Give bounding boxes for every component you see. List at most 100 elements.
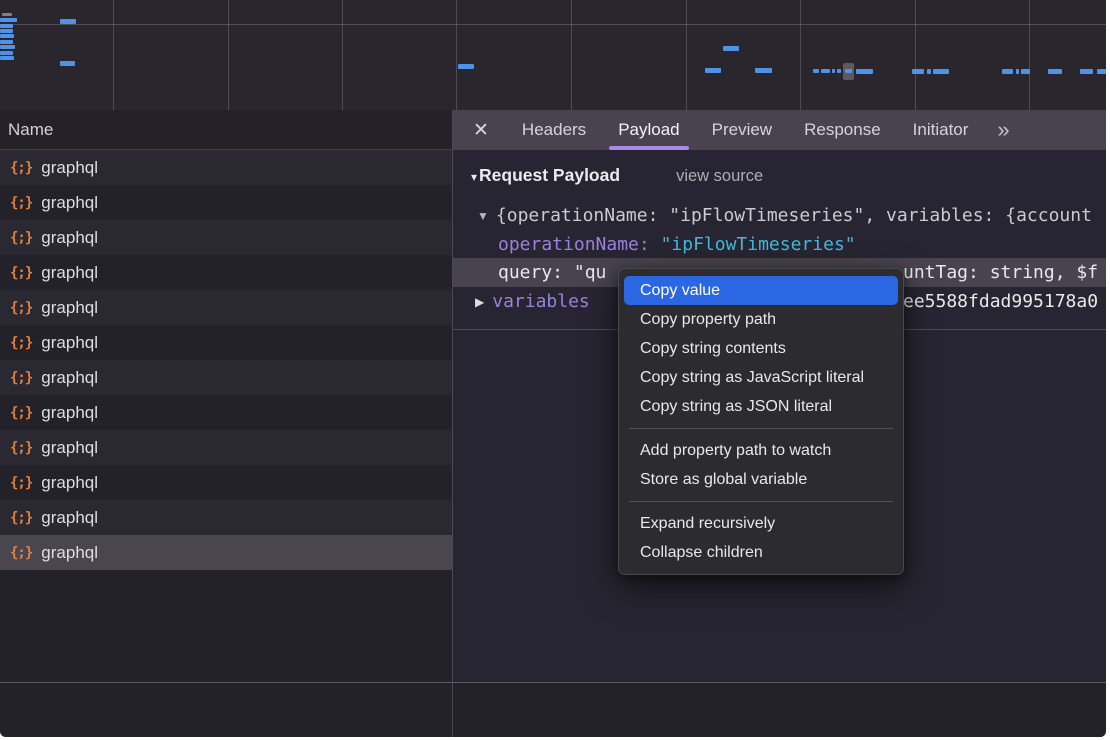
menu-item-copy-value[interactable]: Copy value <box>624 276 898 305</box>
request-name-label: graphql <box>41 333 98 353</box>
json-braces-icon: {;} <box>10 335 32 351</box>
overview-gridline <box>228 0 229 110</box>
request-payload-section: ▾ Request Payload view source <box>471 165 763 186</box>
request-name-label: graphql <box>41 158 98 178</box>
overview-request-bar <box>832 69 835 73</box>
more-tabs-icon[interactable]: » <box>997 119 1009 141</box>
menu-item-collapse-children[interactable]: Collapse children <box>619 538 903 567</box>
overview-request-bar <box>837 69 841 73</box>
json-braces-icon: {;} <box>10 195 32 211</box>
overview-request-bar <box>755 68 772 73</box>
overview-gridline <box>456 0 457 110</box>
collapse-triangle-icon[interactable]: ▼ <box>477 209 489 223</box>
json-braces-icon: {;} <box>10 405 32 421</box>
panel-resize-divider[interactable] <box>452 110 453 737</box>
view-source-link[interactable]: view source <box>676 167 763 186</box>
tab-headers[interactable]: Headers <box>513 110 595 150</box>
detail-tab-bar: ✕ Headers Payload Preview Response Initiator… <box>453 110 1106 150</box>
request-rows: {;} graphql {;} graphql {;} graphql {;} graphql… <box>0 150 452 570</box>
payload-root-preview: {operationName: "ipFlowTimeseries", vari… <box>496 205 1092 226</box>
menu-item-add-property-path-to-watch[interactable]: Add property path to watch <box>619 436 903 465</box>
request-row[interactable]: {;}graphql <box>0 150 452 185</box>
overview-request-bar <box>723 46 739 51</box>
overview-gridline <box>686 0 687 110</box>
overview-gridline <box>113 0 114 110</box>
request-row[interactable]: {;} graphql <box>0 395 452 430</box>
request-name-label: graphql <box>41 228 98 248</box>
request-name-label: graphql <box>41 403 98 423</box>
overview-request-bar <box>1080 69 1093 74</box>
property-value-left: "qu <box>574 262 607 283</box>
tab-payload[interactable]: Payload <box>609 110 688 150</box>
payload-root-row[interactable]: ▼ {operationName: "ipFlowTimeseries", va… <box>477 201 1092 230</box>
menu-item-copy-string-contents[interactable]: Copy string contents <box>619 334 903 363</box>
menu-item-store-as-global-variable[interactable]: Store as global variable <box>619 465 903 494</box>
overview-gridline <box>0 24 1106 25</box>
overview-request-bar <box>458 64 474 69</box>
tab-initiator[interactable]: Initiator <box>904 110 978 150</box>
overview-request-bar <box>821 69 830 73</box>
devtools-window: Name {;}graphql{;}graphql{;}graphql{;}gr… <box>0 0 1106 737</box>
request-row[interactable]: {;}graphql <box>0 185 452 220</box>
request-row[interactable]: {;}graphql <box>0 290 452 325</box>
menu-item-copy-property-path[interactable]: Copy property path <box>619 305 903 334</box>
request-name-label: graphql <box>41 368 98 388</box>
overview-request-bar <box>0 45 15 49</box>
context-menu: Copy valueCopy property pathCopy string … <box>618 268 904 575</box>
request-row[interactable]: {;}graphql <box>0 255 452 290</box>
name-column-label: Name <box>8 120 53 140</box>
json-braces-icon: {;} <box>10 230 32 246</box>
footer-bar <box>0 683 1106 737</box>
json-braces-icon: {;} <box>10 440 32 456</box>
tab-response[interactable]: Response <box>795 110 890 150</box>
request-row[interactable]: {;}graphql <box>0 430 452 465</box>
json-braces-icon: {;} <box>10 300 32 316</box>
overview-gridline <box>1029 0 1030 110</box>
overview-request-bar <box>1002 69 1013 74</box>
operation-name-row[interactable]: operationName: "ipFlowTimeseries" <box>498 230 856 259</box>
overview-request-bar <box>705 68 721 73</box>
overview-request-bar <box>60 19 76 24</box>
property-value: "ipFlowTimeseries" <box>661 234 856 255</box>
property-key: operationName: <box>498 234 661 255</box>
overview-gridline <box>915 0 916 110</box>
json-braces-icon: {;} <box>10 370 32 386</box>
overview-request-bar <box>1021 69 1030 74</box>
json-braces-icon: {;} <box>10 475 32 491</box>
name-column-header[interactable]: Name <box>0 110 452 150</box>
request-row[interactable]: {;} graphql <box>0 220 452 255</box>
menu-separator <box>629 501 893 502</box>
request-row[interactable]: {;}graphql <box>0 535 452 570</box>
expand-triangle-icon[interactable]: ▶ <box>475 295 484 309</box>
menu-item-expand-recursively[interactable]: Expand recursively <box>619 509 903 538</box>
json-braces-icon: {;} <box>10 510 32 526</box>
menu-item-copy-string-as-javascript-literal[interactable]: Copy string as JavaScript literal <box>619 363 903 392</box>
overview-request-bar <box>0 18 17 22</box>
property-value-right: untTag: string, $f <box>903 258 1098 287</box>
request-row[interactable]: {;} graphql <box>0 360 452 395</box>
overview-request-bar <box>933 69 949 74</box>
request-name-label: graphql <box>41 508 98 528</box>
overview-request-bar <box>60 61 75 66</box>
overview-gridline <box>571 0 572 110</box>
request-payload-title: Request Payload <box>479 165 620 186</box>
request-name-label: graphql <box>41 543 98 563</box>
network-overview-strip[interactable] <box>0 0 1106 111</box>
overview-gridline <box>800 0 801 110</box>
request-row[interactable]: {;}graphql <box>0 465 452 500</box>
overview-gridline <box>342 0 343 110</box>
overview-request-bar <box>856 69 873 74</box>
menu-item-copy-string-as-json-literal[interactable]: Copy string as JSON literal <box>619 392 903 421</box>
close-icon[interactable]: ✕ <box>473 121 489 140</box>
overview-gray-bar <box>2 13 12 16</box>
overview-request-bar <box>845 69 852 73</box>
requests-panel: Name {;}graphql{;}graphql{;}graphql{;}gr… <box>0 110 452 682</box>
tab-preview[interactable]: Preview <box>703 110 781 150</box>
section-collapse-triangle-icon[interactable]: ▾ <box>471 170 477 184</box>
request-row[interactable]: {;} graphql <box>0 325 452 360</box>
overview-request-bar <box>912 69 924 74</box>
request-row[interactable]: {;} graphql <box>0 500 452 535</box>
overview-request-bar <box>927 69 931 74</box>
overview-request-bar <box>0 34 14 38</box>
overview-request-bar <box>1097 69 1106 74</box>
